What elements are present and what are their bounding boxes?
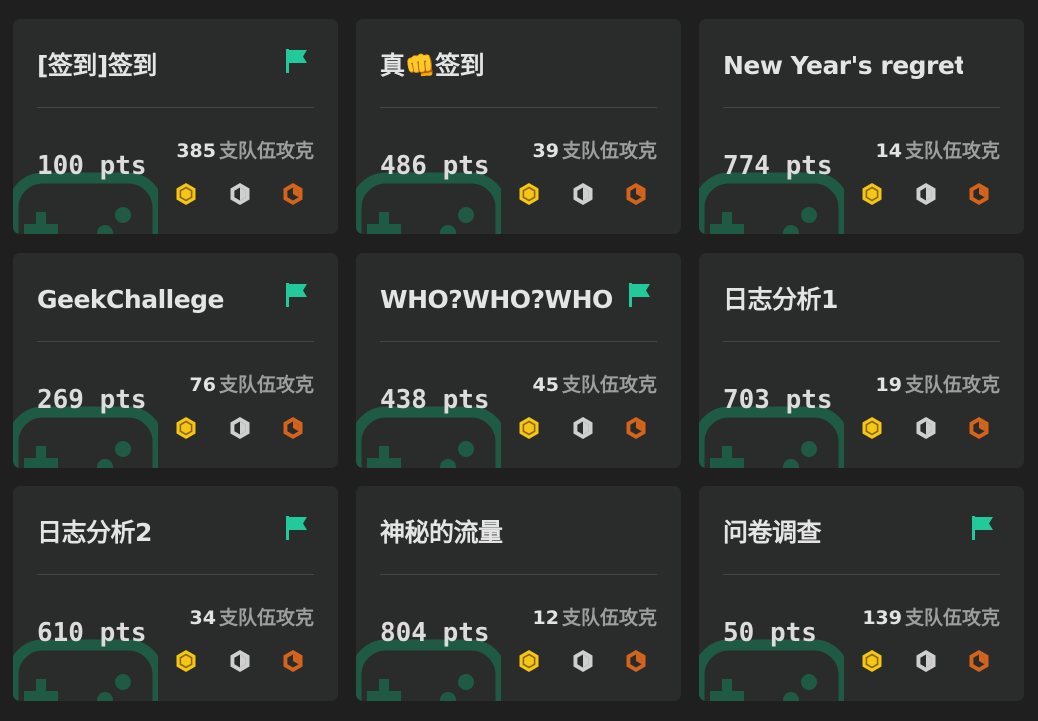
solve-count: 385 支队伍攻克 bbox=[176, 136, 314, 163]
divider bbox=[380, 107, 657, 108]
challenge-card[interactable]: 神秘的流量 804 pts 12 支队伍攻克 bbox=[356, 486, 681, 701]
bronze-medal-icon bbox=[626, 417, 646, 439]
challenge-points: 100 pts bbox=[37, 151, 147, 181]
solve-count-label: 支队伍攻克 bbox=[218, 607, 314, 629]
gold-medal-icon bbox=[862, 417, 882, 439]
silver-medal-icon bbox=[916, 183, 936, 205]
solve-count-label: 支队伍攻克 bbox=[218, 140, 314, 162]
challenge-title[interactable]: 真👊签到 bbox=[380, 46, 620, 86]
silver-medal-icon bbox=[916, 417, 936, 439]
flag-icon bbox=[286, 283, 307, 307]
challenge-points: 610 pts bbox=[37, 618, 147, 648]
bronze-medal-icon bbox=[969, 183, 989, 205]
challenge-points: 774 pts bbox=[723, 151, 833, 181]
solve-count-number: 12 bbox=[532, 607, 559, 629]
bronze-medal-icon bbox=[283, 650, 303, 672]
solve-count: 34 支队伍攻克 bbox=[190, 603, 314, 630]
bronze-medal-icon bbox=[626, 183, 646, 205]
challenge-title[interactable]: New Year's regret bbox=[723, 46, 963, 86]
challenge-points: 438 pts bbox=[380, 385, 490, 415]
divider bbox=[37, 341, 314, 342]
challenge-points: 703 pts bbox=[723, 385, 833, 415]
gold-medal-icon bbox=[176, 417, 196, 439]
challenge-title[interactable]: 日志分析1 bbox=[723, 280, 963, 320]
silver-medal-icon bbox=[230, 650, 250, 672]
solve-count: 14 支队伍攻克 bbox=[876, 136, 1000, 163]
silver-medal-icon bbox=[573, 417, 593, 439]
solve-count-label: 支队伍攻克 bbox=[561, 374, 657, 396]
solve-count-number: 45 bbox=[532, 374, 559, 396]
flag-icon bbox=[972, 516, 993, 540]
gold-medal-icon bbox=[176, 650, 196, 672]
flag-icon bbox=[629, 283, 650, 307]
bronze-medal-icon bbox=[626, 650, 646, 672]
bronze-medal-icon bbox=[283, 183, 303, 205]
solve-count-label: 支队伍攻克 bbox=[904, 607, 1000, 629]
solve-count: 76 支队伍攻克 bbox=[190, 370, 314, 397]
divider bbox=[723, 341, 1000, 342]
solve-count-label: 支队伍攻克 bbox=[561, 140, 657, 162]
challenge-card[interactable]: GeekChallege 269 pts 76 支队伍攻克 bbox=[13, 253, 338, 468]
silver-medal-icon bbox=[916, 650, 936, 672]
gold-medal-icon bbox=[862, 183, 882, 205]
solve-count-label: 支队伍攻克 bbox=[218, 374, 314, 396]
solve-count-number: 34 bbox=[189, 607, 216, 629]
gold-medal-icon bbox=[519, 183, 539, 205]
solve-count: 39 支队伍攻克 bbox=[533, 136, 657, 163]
solve-count-label: 支队伍攻克 bbox=[904, 374, 1000, 396]
divider bbox=[380, 341, 657, 342]
silver-medal-icon bbox=[573, 650, 593, 672]
challenge-card[interactable]: 问卷调查 50 pts 139 支队伍攻克 bbox=[699, 486, 1024, 701]
challenge-title[interactable]: WHO?WHO?WHO bbox=[380, 280, 620, 320]
solve-count: 12 支队伍攻克 bbox=[533, 603, 657, 630]
divider bbox=[37, 574, 314, 575]
challenge-title[interactable]: 神秘的流量 bbox=[380, 513, 620, 553]
silver-medal-icon bbox=[230, 183, 250, 205]
gold-medal-icon bbox=[519, 417, 539, 439]
challenge-card[interactable]: WHO?WHO?WHO 438 pts 45 支队伍攻克 bbox=[356, 253, 681, 468]
challenge-card[interactable]: 日志分析1 703 pts 19 支队伍攻克 bbox=[699, 253, 1024, 468]
flag-icon bbox=[286, 49, 307, 73]
gold-medal-icon bbox=[519, 650, 539, 672]
challenge-title[interactable]: 问卷调查 bbox=[723, 513, 963, 553]
challenge-card[interactable]: 日志分析2 610 pts 34 支队伍攻克 bbox=[13, 486, 338, 701]
silver-medal-icon bbox=[230, 417, 250, 439]
challenge-grid: [签到]签到 100 pts 385 支队伍攻克 真👊签到 486 pts 39… bbox=[0, 0, 1038, 721]
challenge-title[interactable]: GeekChallege bbox=[37, 280, 277, 320]
challenge-points: 269 pts bbox=[37, 385, 147, 415]
solve-count-number: 14 bbox=[875, 140, 902, 162]
solve-count-number: 76 bbox=[189, 374, 216, 396]
solve-count: 139 支队伍攻克 bbox=[862, 603, 1000, 630]
challenge-card[interactable]: [签到]签到 100 pts 385 支队伍攻克 bbox=[13, 19, 338, 234]
divider bbox=[723, 574, 1000, 575]
silver-medal-icon bbox=[573, 183, 593, 205]
gold-medal-icon bbox=[862, 650, 882, 672]
divider bbox=[37, 107, 314, 108]
solve-count-label: 支队伍攻克 bbox=[904, 140, 1000, 162]
bronze-medal-icon bbox=[969, 417, 989, 439]
solve-count: 19 支队伍攻克 bbox=[876, 370, 1000, 397]
solve-count-number: 385 bbox=[176, 140, 216, 162]
gold-medal-icon bbox=[176, 183, 196, 205]
divider bbox=[723, 107, 1000, 108]
bronze-medal-icon bbox=[969, 650, 989, 672]
challenge-points: 804 pts bbox=[380, 618, 490, 648]
challenge-points: 50 pts bbox=[723, 618, 817, 648]
challenge-points: 486 pts bbox=[380, 151, 490, 181]
solve-count-label: 支队伍攻克 bbox=[561, 607, 657, 629]
flag-icon bbox=[286, 516, 307, 540]
challenge-card[interactable]: New Year's regret 774 pts 14 支队伍攻克 bbox=[699, 19, 1024, 234]
solve-count-number: 19 bbox=[875, 374, 902, 396]
challenge-title[interactable]: 日志分析2 bbox=[37, 513, 277, 553]
divider bbox=[380, 574, 657, 575]
challenge-card[interactable]: 真👊签到 486 pts 39 支队伍攻克 bbox=[356, 19, 681, 234]
challenge-title[interactable]: [签到]签到 bbox=[37, 46, 277, 86]
solve-count: 45 支队伍攻克 bbox=[533, 370, 657, 397]
bronze-medal-icon bbox=[283, 417, 303, 439]
solve-count-number: 139 bbox=[862, 607, 902, 629]
solve-count-number: 39 bbox=[532, 140, 559, 162]
